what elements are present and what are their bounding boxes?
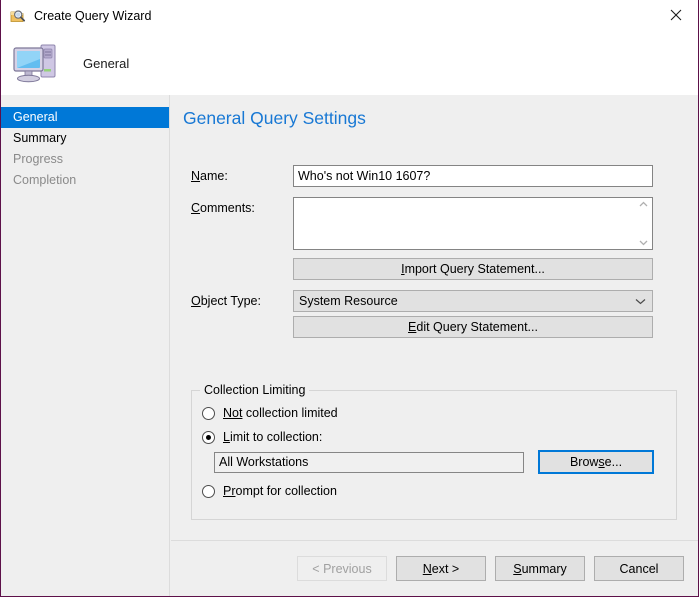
- object-type-label: Object Type:: [171, 290, 293, 308]
- object-type-select[interactable]: System Resource: [293, 290, 653, 312]
- sidebar-item-completion: Completion: [1, 170, 169, 191]
- object-type-label-accel: O: [191, 294, 201, 308]
- browse-button[interactable]: Browse...: [538, 450, 654, 474]
- edit-query-row: Edit Query Statement...: [171, 316, 698, 338]
- browse-label-post: e...: [605, 455, 622, 469]
- comments-scrollbar[interactable]: [635, 198, 652, 249]
- comments-label-text: omments:: [200, 201, 255, 215]
- radio-option-2-accel: Pr: [223, 484, 236, 498]
- header-label: General: [83, 56, 129, 71]
- radio-limit-to-collection-label: Limit to collection:: [223, 430, 322, 444]
- radio-not-collection-limited-label: Not collection limited: [223, 406, 338, 420]
- radio-button-unchecked-icon: [202, 485, 215, 498]
- sidebar-item-progress: Progress: [1, 149, 169, 170]
- radio-option-0-accel: Not: [223, 406, 242, 420]
- general-settings-form: Name: Comments:: [171, 165, 698, 338]
- edit-query-label: dit Query Statement...: [416, 320, 538, 334]
- query-magnifier-icon: [10, 8, 26, 24]
- radio-option-2-text: ompt for collection: [236, 484, 337, 498]
- name-label: Name:: [171, 165, 293, 183]
- comments-field-wrapper: [293, 197, 653, 250]
- chevron-down-icon[interactable]: [639, 240, 648, 246]
- cancel-button[interactable]: Cancel: [594, 556, 684, 581]
- import-query-row: Import Query Statement...: [171, 258, 698, 280]
- title-bar: Create Query Wizard: [1, 0, 698, 31]
- next-button[interactable]: Next >: [396, 556, 486, 581]
- sidebar-item-general[interactable]: General: [1, 107, 169, 128]
- radio-limit-to-collection[interactable]: Limit to collection:: [202, 427, 676, 447]
- next-accel: N: [423, 562, 432, 576]
- wizard-footer: < Previous Next > Summary Cancel: [171, 541, 698, 596]
- wizard-step-nav: General Summary Progress Completion: [1, 95, 170, 596]
- chevron-down-icon: [635, 291, 646, 311]
- object-type-label-text: bject Type:: [201, 294, 261, 308]
- computer-monitor-icon: [11, 39, 63, 87]
- edit-query-spacer: [171, 316, 293, 320]
- wizard-body: General Summary Progress Completion Gene…: [1, 95, 698, 596]
- collection-value-field: All Workstations: [214, 452, 524, 473]
- radio-prompt-for-collection-label: Prompt for collection: [223, 484, 337, 498]
- collection-limiting-group: Collection Limiting Not collection limit…: [191, 390, 677, 520]
- collection-selection-row: All Workstations Browse...: [214, 450, 676, 474]
- comments-textarea[interactable]: [294, 198, 634, 249]
- browse-label-pre: Brow: [570, 455, 598, 469]
- radio-option-1-accel: L: [223, 430, 230, 444]
- radio-button-unchecked-icon: [202, 407, 215, 420]
- name-row: Name:: [171, 165, 698, 187]
- previous-button: < Previous: [297, 556, 387, 581]
- object-type-row: Object Type: System Resource: [171, 290, 698, 312]
- radio-not-collection-limited[interactable]: Not collection limited: [202, 403, 676, 423]
- create-query-wizard-window: Create Query Wizard: [0, 0, 699, 597]
- radio-prompt-for-collection[interactable]: Prompt for collection: [202, 481, 676, 501]
- comments-label: Comments:: [171, 197, 293, 215]
- edit-query-statement-button[interactable]: Edit Query Statement...: [293, 316, 653, 338]
- name-label-accel: N: [191, 169, 200, 183]
- name-label-text: ame:: [200, 169, 228, 183]
- wizard-header: General: [1, 31, 698, 95]
- comments-label-accel: C: [191, 201, 200, 215]
- object-type-value: System Resource: [299, 294, 398, 308]
- radio-option-1-text: imit to collection:: [230, 430, 322, 444]
- radio-button-checked-icon: [202, 431, 215, 444]
- wizard-content: General Query Settings Name: Comments:: [171, 95, 698, 596]
- import-query-spacer: [171, 258, 293, 262]
- summary-button[interactable]: Summary: [495, 556, 585, 581]
- summary-accel: S: [513, 562, 521, 576]
- name-input[interactable]: [293, 165, 653, 187]
- collection-limiting-title: Collection Limiting: [200, 383, 309, 397]
- chevron-up-icon[interactable]: [639, 201, 648, 207]
- close-icon: [670, 9, 682, 21]
- import-query-statement-button[interactable]: Import Query Statement...: [293, 258, 653, 280]
- comments-row: Comments:: [171, 197, 698, 250]
- import-query-label: mport Query Statement...: [405, 262, 545, 276]
- close-button[interactable]: [653, 0, 698, 30]
- window-title: Create Query Wizard: [34, 9, 151, 23]
- sidebar-item-summary[interactable]: Summary: [1, 128, 169, 149]
- radio-option-0-text: collection limited: [242, 406, 337, 420]
- page-title: General Query Settings: [183, 108, 366, 129]
